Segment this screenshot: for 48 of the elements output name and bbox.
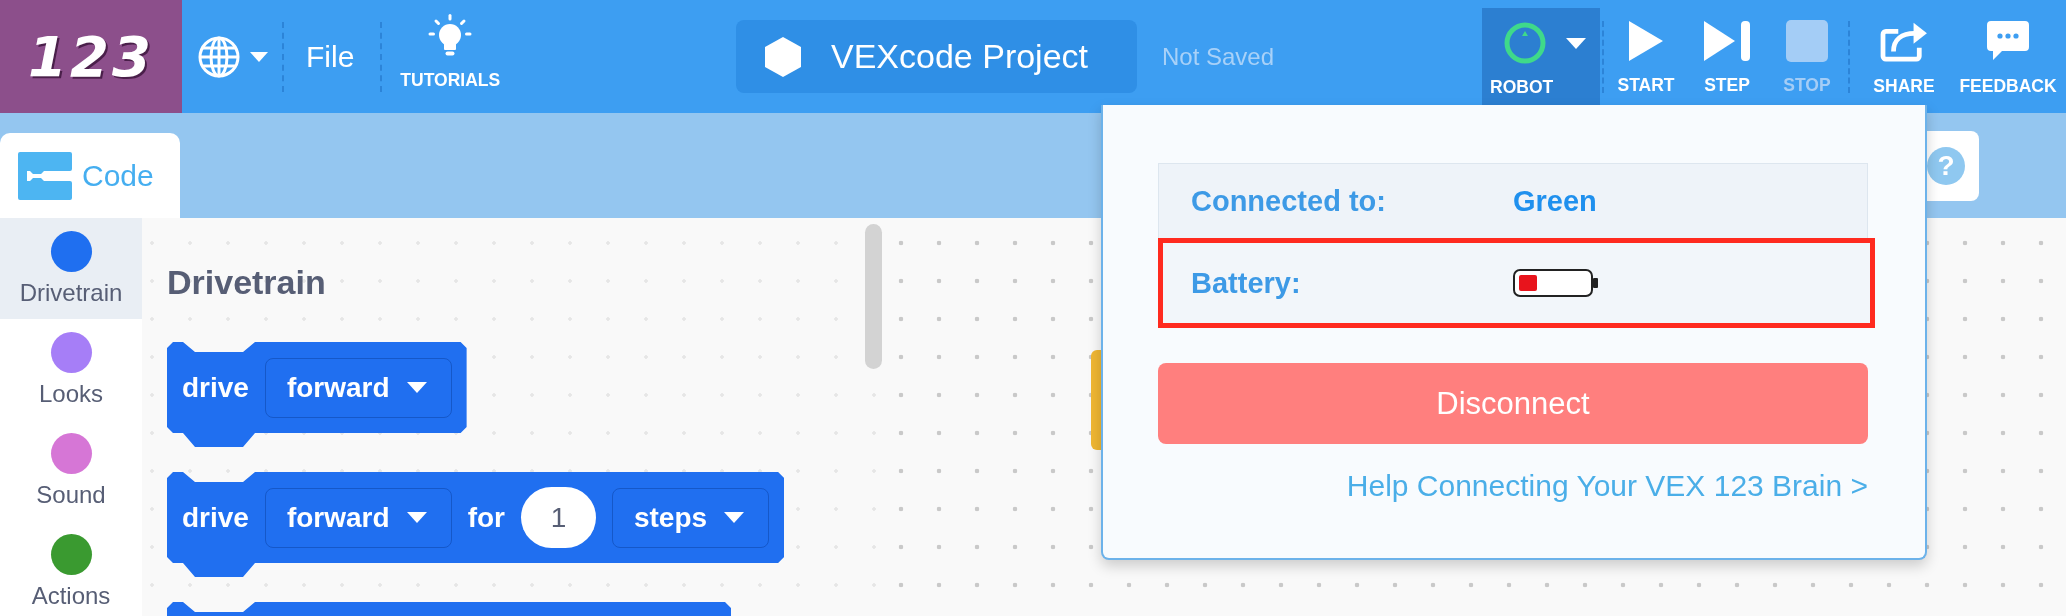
project-name-button[interactable]: VEXcode Project bbox=[736, 20, 1137, 93]
block-dropdown[interactable]: forward bbox=[264, 357, 452, 418]
tutorials-button[interactable]: TUTORIALS bbox=[400, 0, 501, 113]
scrollbar[interactable] bbox=[865, 224, 882, 369]
help-link[interactable]: Help Connecting Your VEX 123 Brain > bbox=[1346, 469, 1868, 502]
disconnect-button[interactable]: Disconnect bbox=[1158, 363, 1868, 444]
caret-icon bbox=[406, 382, 427, 393]
code-block[interactable]: drive forward for 1 steps bbox=[167, 472, 785, 577]
feedback-button[interactable]: FEEDBACK bbox=[1956, 0, 2060, 113]
code-block[interactable]: drive forward bbox=[167, 342, 467, 447]
globe-icon bbox=[198, 35, 240, 78]
code-block[interactable] bbox=[167, 602, 731, 616]
number-field[interactable]: 1 bbox=[520, 487, 596, 548]
play-icon bbox=[1628, 20, 1664, 62]
app-logo: 123 bbox=[0, 0, 182, 113]
caret-icon bbox=[250, 51, 268, 62]
block-dropdown[interactable]: forward bbox=[264, 487, 452, 548]
file-menu-button[interactable]: File bbox=[306, 39, 355, 74]
info-value: Green bbox=[1513, 185, 1597, 218]
step-forward-icon bbox=[1703, 20, 1751, 62]
save-status-text: Not Saved bbox=[1162, 42, 1275, 71]
block-dropdown[interactable]: steps bbox=[611, 487, 770, 548]
info-label: Battery: bbox=[1191, 266, 1302, 300]
step-button[interactable]: STEP bbox=[1686, 0, 1768, 113]
chat-bubble-icon bbox=[1987, 20, 2029, 62]
help-button[interactable]: ? bbox=[1927, 131, 1979, 201]
hexagon-icon bbox=[765, 36, 801, 77]
category-item[interactable]: Looks bbox=[0, 319, 142, 420]
block-label: drive bbox=[182, 501, 249, 534]
battery-icon bbox=[1513, 269, 1599, 297]
category-heading: Drivetrain bbox=[167, 262, 326, 302]
blocks-icon bbox=[18, 151, 72, 200]
code-tab[interactable]: Code bbox=[0, 133, 180, 218]
info-label: Connected to: bbox=[1191, 185, 1387, 218]
lightbulb-icon bbox=[428, 14, 473, 58]
share-button[interactable]: SHARE bbox=[1852, 0, 1956, 113]
category-item[interactable]: Actions bbox=[0, 521, 142, 616]
caret-icon bbox=[406, 512, 427, 523]
category-item[interactable]: Sound bbox=[0, 420, 142, 521]
category-item[interactable]: Drivetrain bbox=[0, 218, 142, 319]
caret-icon bbox=[724, 512, 745, 523]
block-label: drive bbox=[182, 371, 249, 404]
robot-button[interactable]: ROBOT bbox=[1482, 8, 1600, 105]
square-icon bbox=[1786, 20, 1828, 62]
block-label: for bbox=[467, 501, 505, 534]
caret-icon bbox=[1566, 37, 1586, 49]
language-button[interactable] bbox=[198, 35, 268, 78]
start-button[interactable]: START bbox=[1606, 0, 1686, 113]
